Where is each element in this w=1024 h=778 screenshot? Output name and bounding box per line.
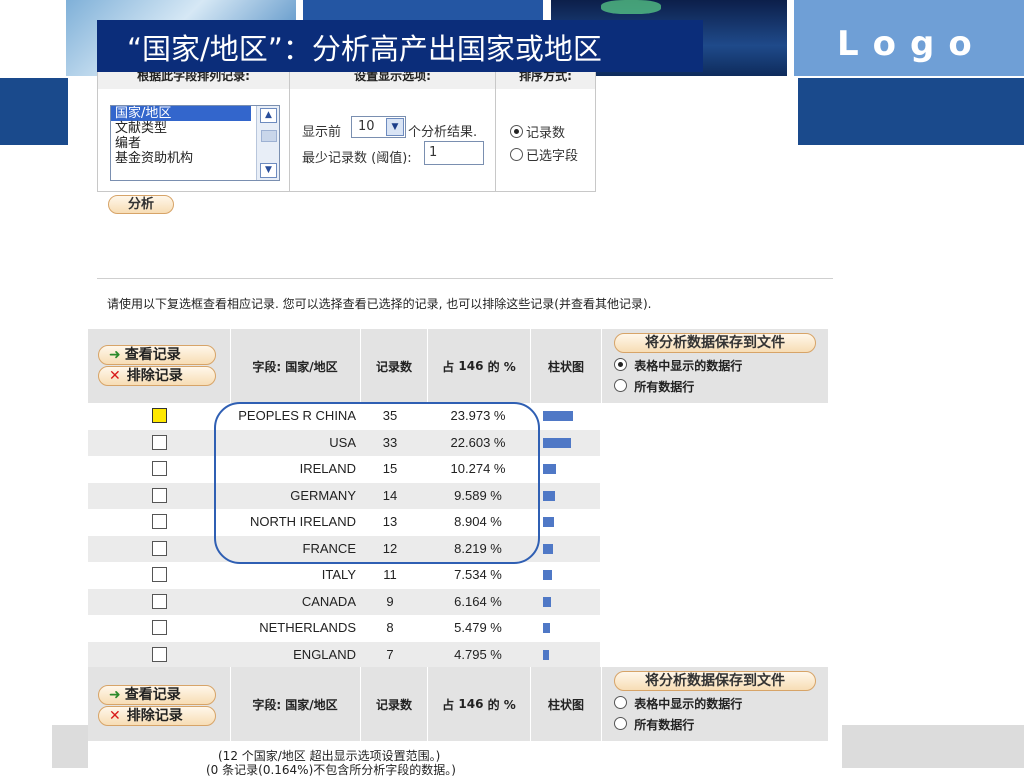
scrollbar-thumb[interactable] [261, 130, 277, 142]
country-name: NETHERLANDS [259, 620, 356, 635]
field-option[interactable]: 文献类型 [111, 121, 279, 136]
row-checkbox[interactable] [152, 620, 167, 635]
close-icon: ✕ [109, 368, 121, 384]
table-row: ENGLAND 7 4.795 % [88, 641, 600, 668]
threshold-input[interactable]: 1 [424, 141, 484, 165]
slide-title-box: “国家/地区”：分析高产出国家或地区 [97, 20, 703, 72]
row-checkbox[interactable] [152, 540, 167, 556]
field-option[interactable]: 编者 [111, 136, 279, 151]
radio-icon[interactable] [614, 379, 627, 392]
chevron-up-icon[interactable]: ▲ [260, 108, 277, 123]
save-to-file-button[interactable]: 将分析数据保存到文件 [614, 671, 816, 691]
divider [97, 278, 833, 279]
record-count: 7 [386, 646, 394, 662]
radio-selected-icon[interactable] [510, 125, 523, 138]
analyze-button[interactable]: 分析 [108, 195, 174, 214]
table-row: CANADA 9 6.164 % [88, 588, 600, 615]
chart-header: 柱状图 [547, 697, 584, 712]
share-bar [543, 596, 551, 607]
percent-header: 占 146 的 % [442, 697, 516, 712]
share-bar [543, 570, 552, 580]
slide-title: “国家/地区”：分析高产出国家或地区 [127, 32, 602, 66]
arrow-right-icon: ➜ [109, 347, 121, 363]
record-percent: 5.479 % [454, 620, 502, 635]
field-option[interactable]: 国家/地区 [111, 106, 251, 121]
logo-text: Logo [837, 24, 986, 64]
row-checkbox[interactable] [152, 646, 167, 662]
show-count-select[interactable]: 10 ▼ [351, 116, 406, 138]
highlight-outline [214, 402, 540, 564]
close-icon: ✕ [109, 708, 121, 724]
record-action-buttons: ➜ 查看记录 ✕ 排除记录 [98, 679, 216, 726]
analysis-settings-panel: 根据此字段排列记录: 设置显示选项: 排序方式: 国家/地区 文献类型 编者 基… [97, 62, 596, 192]
footer-band-right [842, 725, 1024, 768]
listbox-scrollbar[interactable]: ▲ ▼ [256, 106, 279, 180]
share-bar [543, 649, 549, 660]
record-count: 9 [386, 593, 394, 609]
count-header: 记录数 [375, 697, 412, 712]
view-records-button[interactable]: ➜ 查看记录 [98, 345, 216, 365]
save-all-option[interactable]: 所有数据行 [614, 716, 824, 733]
count-header: 记录数 [375, 359, 412, 374]
record-action-buttons: ➜ 查看记录 ✕ 排除记录 [98, 341, 216, 386]
percent-header: 占 146 的 % [442, 359, 516, 374]
sort-by-count-radio[interactable]: 记录数 [510, 122, 565, 141]
field-listbox[interactable]: 国家/地区 文献类型 编者 基金资助机构 ▲ ▼ [110, 105, 280, 181]
save-panel-bottom: 将分析数据保存到文件 表格中显示的数据行 所有数据行 [612, 671, 824, 733]
record-percent: 4.795 % [454, 646, 502, 662]
field-header: 字段: 国家/地区 [252, 359, 338, 374]
row-checkbox[interactable] [152, 567, 167, 582]
country-name: ITALY [321, 567, 356, 582]
record-count: 8 [386, 620, 394, 635]
instructions-text: 请使用以下复选框查看相应记录. 您可以选择查看已选择的记录, 也可以排除这些记录… [107, 297, 652, 311]
row-checkbox[interactable] [152, 514, 167, 529]
field-option[interactable]: 基金资助机构 [111, 151, 279, 166]
share-bar [543, 517, 554, 527]
save-rows-option[interactable]: 表格中显示的数据行 [614, 357, 824, 374]
save-rows-option[interactable]: 表格中显示的数据行 [614, 695, 824, 712]
radio-icon[interactable] [510, 148, 523, 161]
exclude-records-button[interactable]: ✕ 排除记录 [98, 366, 216, 386]
share-bar [543, 437, 571, 448]
threshold-label: 最少记录数 (阈值): [302, 151, 412, 166]
results-table-header: ➜ 查看记录 ✕ 排除记录 字段: 国家/地区 记录数 占 146 的 % 柱状图 … [88, 329, 828, 403]
radio-icon[interactable] [614, 696, 627, 709]
field-header: 字段: 国家/地区 [252, 697, 338, 712]
share-bar [543, 543, 553, 554]
row-checkbox[interactable] [152, 593, 167, 609]
row-checkbox[interactable] [152, 487, 167, 503]
show-suffix-label: 个分析结果. [408, 125, 478, 140]
row-checkbox[interactable] [152, 434, 167, 450]
arrow-right-icon: ➜ [109, 687, 121, 703]
save-to-file-button[interactable]: 将分析数据保存到文件 [614, 333, 816, 353]
exclude-records-button[interactable]: ✕ 排除记录 [98, 706, 216, 726]
sort-by-field-radio[interactable]: 已选字段 [510, 145, 578, 164]
record-percent: 7.534 % [454, 567, 502, 582]
share-bar [543, 464, 556, 474]
country-name: ENGLAND [293, 646, 356, 662]
table-row: NETHERLANDS 8 5.479 % [88, 615, 600, 641]
save-all-option[interactable]: 所有数据行 [614, 378, 824, 395]
footer-band-left [52, 725, 88, 768]
row-checkbox[interactable] [152, 408, 167, 423]
radio-selected-icon[interactable] [614, 358, 627, 371]
footnote-missing: (0 条记录(0.164%)不包含所分析字段的数据。) [206, 763, 456, 777]
show-top-label: 显示前 [302, 125, 342, 140]
row-checkbox[interactable] [152, 461, 167, 476]
share-bar [543, 411, 573, 421]
chart-header: 柱状图 [547, 359, 584, 374]
record-percent: 6.164 % [454, 593, 502, 609]
view-records-button[interactable]: ➜ 查看记录 [98, 685, 216, 705]
share-bar [543, 623, 550, 633]
chevron-down-icon[interactable]: ▼ [386, 118, 404, 136]
radio-icon[interactable] [614, 717, 627, 730]
country-name: CANADA [301, 593, 356, 609]
save-panel-top: 将分析数据保存到文件 表格中显示的数据行 所有数据行 [612, 333, 824, 395]
table-row: ITALY 11 7.534 % [88, 562, 600, 588]
chevron-down-icon[interactable]: ▼ [260, 163, 277, 178]
share-bar [543, 490, 555, 501]
results-table-footer: ➜ 查看记录 ✕ 排除记录 字段: 国家/地区 记录数 占 146 的 % 柱状图 … [88, 667, 828, 741]
record-count: 11 [383, 567, 397, 582]
